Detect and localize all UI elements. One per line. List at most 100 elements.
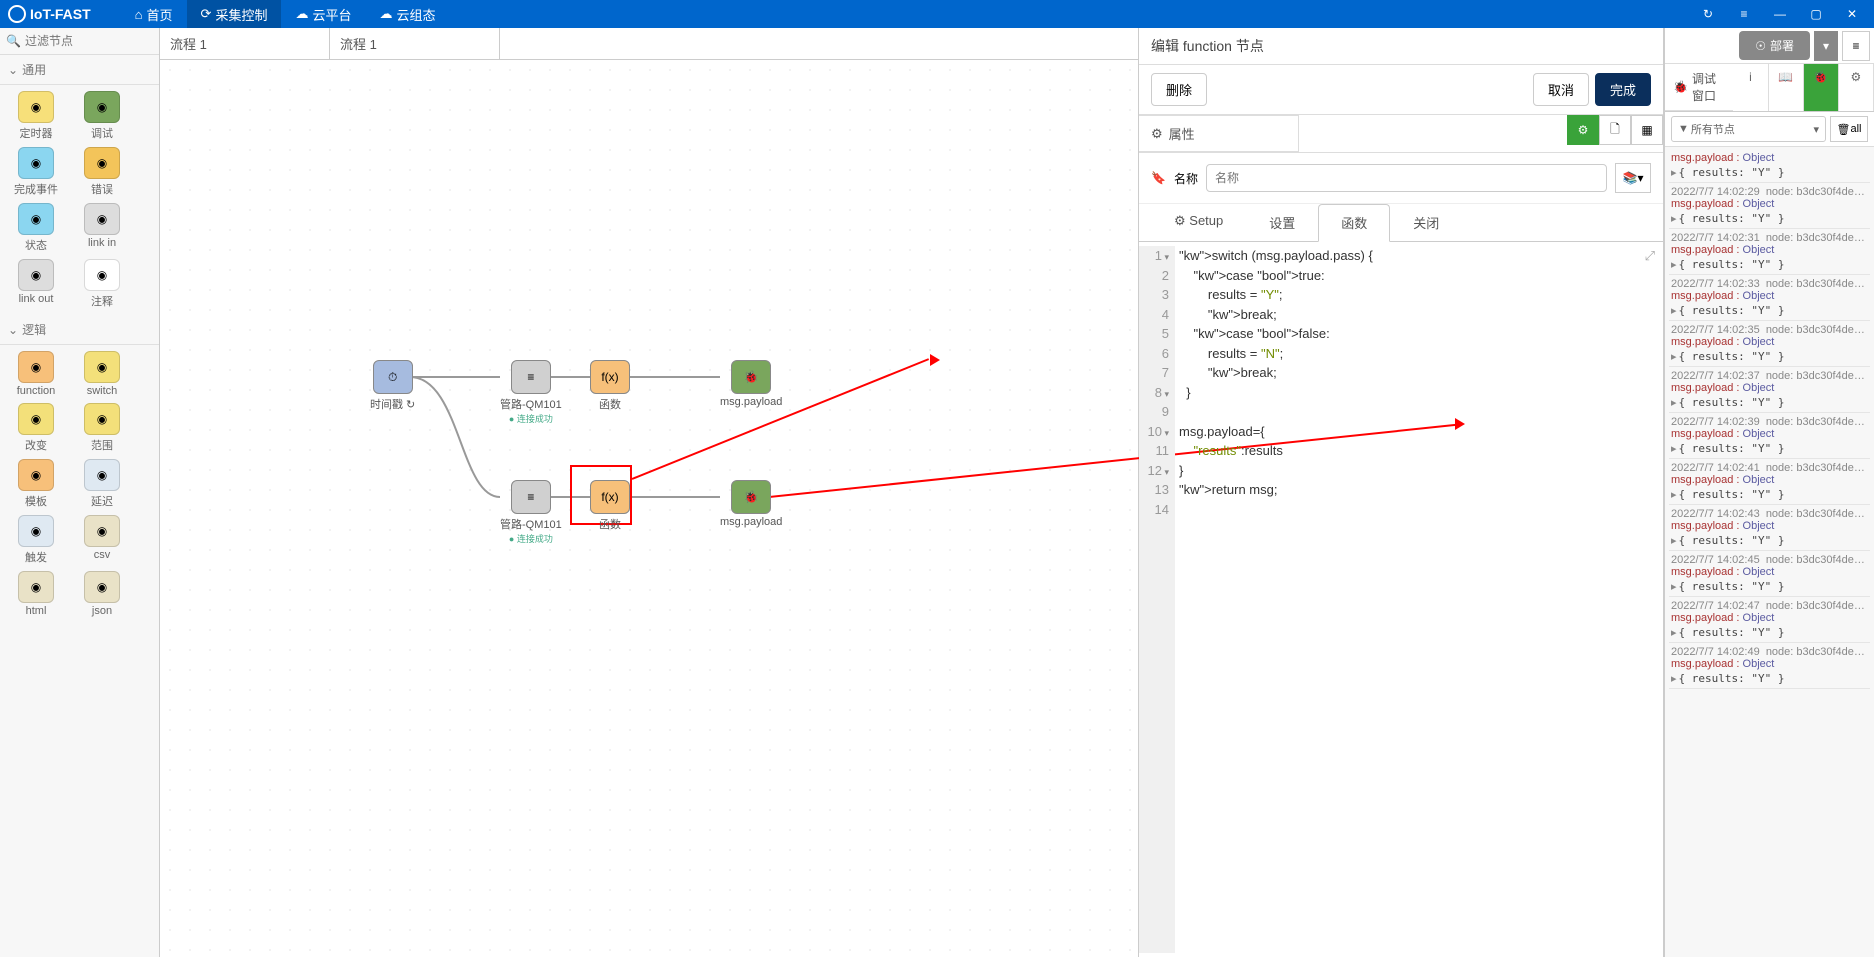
topbar: IoT-FAST ⌂首页 ⟳采集控制 ☁云平台 ☁云组态 ↻ ≡ — ▢ ✕ [0, 0, 1874, 28]
debug-message[interactable]: 2022/7/7 14:02:37 node: b3dc30f4dedc9d5b… [1669, 367, 1870, 413]
filter-selector[interactable]: ▼所有节点▾ [1671, 116, 1826, 142]
debug-message[interactable]: 2022/7/7 14:02:47 node: b3dc30f4dedc9d5b… [1669, 597, 1870, 643]
tab-func[interactable]: 函数 [1318, 204, 1390, 242]
palette-node[interactable]: ◉ 调试 [72, 91, 132, 141]
palette-node[interactable]: ◉ switch [72, 351, 132, 397]
debug-message[interactable]: 2022/7/7 14:02:29 node: b3dc30f4dedc9d5b… [1669, 183, 1870, 229]
info-tab[interactable]: i [1733, 64, 1768, 111]
palette-node[interactable]: ◉触发 [6, 515, 66, 565]
palette-node[interactable]: ◉定时器 [6, 91, 66, 141]
tab-setup[interactable]: ⚙ Setup [1151, 204, 1246, 241]
search-icon: 🔍 [6, 34, 21, 48]
palette-cat-logic[interactable]: ⌄逻辑 [0, 315, 159, 345]
flow-node[interactable]: f(x)函数 [590, 360, 630, 412]
debug-list[interactable]: msg.payload : Object▸{ results: "Y" }202… [1665, 147, 1874, 957]
palette-node-label: 调试 [91, 125, 113, 141]
flow-node[interactable]: 🐞msg.payload [720, 480, 782, 528]
flow-node-box: ⏱ [373, 360, 413, 394]
deploy-button[interactable]: ☉部署 [1739, 31, 1810, 60]
debug-message[interactable]: 2022/7/7 14:02:41 node: b3dc30f4dedc9d5b… [1669, 459, 1870, 505]
flow-node[interactable]: 🐞msg.payload [720, 360, 782, 408]
palette-node[interactable]: ◉模板 [6, 459, 66, 509]
filter-icon: ▼ [1678, 123, 1689, 135]
palette-node[interactable]: ◉错误 [72, 147, 132, 197]
cancel-button[interactable]: 取消 [1533, 73, 1589, 106]
debug-message[interactable]: 2022/7/7 14:02:45 node: b3dc30f4dedc9d5b… [1669, 551, 1870, 597]
debug-message[interactable]: 2022/7/7 14:02:49 node: b3dc30f4dedc9d5b… [1669, 643, 1870, 689]
palette-node[interactable]: ◉延迟 [72, 459, 132, 509]
palette-node[interactable]: ◉function [6, 351, 66, 397]
delete-button[interactable]: 删除 [1151, 73, 1207, 106]
menu-button[interactable]: ≡ [1730, 0, 1758, 28]
doc-button[interactable]: 🗋 [1599, 115, 1631, 145]
palette-node[interactable]: ◉完成事件 [6, 147, 66, 197]
refresh-button[interactable]: ↻ [1694, 0, 1722, 28]
editor-title: 编辑 function 节点 [1139, 28, 1663, 65]
main-menu-button[interactable]: ≡ [1842, 31, 1870, 61]
palette-filter-input[interactable] [25, 34, 153, 48]
done-button[interactable]: 完成 [1595, 73, 1651, 106]
nav-home[interactable]: ⌂首页 [121, 0, 187, 28]
debug-message[interactable]: 2022/7/7 14:02:31 node: b3dc30f4dedc9d5b… [1669, 229, 1870, 275]
deploy-menu-button[interactable]: ▾ [1814, 31, 1838, 61]
appearance-button[interactable]: ▦ [1631, 115, 1663, 145]
nav-collect[interactable]: ⟳采集控制 [187, 0, 282, 28]
debug-tab-active[interactable]: 🐞 [1804, 64, 1839, 111]
palette-node-label: switch [87, 385, 118, 397]
nav-cloudcfg[interactable]: ☁云组态 [365, 0, 449, 28]
editor-actions: 删除 取消 完成 [1139, 65, 1663, 115]
debug-message[interactable]: 2022/7/7 14:02:43 node: b3dc30f4dedc9d5b… [1669, 505, 1870, 551]
library-button[interactable]: 📚▾ [1615, 163, 1651, 193]
palette-node-label: 定时器 [20, 125, 53, 141]
palette-node-icon: ◉ [84, 351, 120, 383]
gear-icon: ⚙ [1174, 213, 1186, 228]
palette-node[interactable]: ◉link in [72, 203, 132, 253]
expand-icon[interactable]: ⤢ [1645, 246, 1655, 266]
flow-node-label: msg.payload [720, 396, 782, 408]
flow-node[interactable]: ≡管路-QM101● 连接成功 [500, 480, 562, 545]
tab-close[interactable]: 关闭 [1390, 204, 1462, 241]
tab-init[interactable]: 设置 [1246, 204, 1318, 241]
palette-node[interactable]: ◉json [72, 571, 132, 617]
workspace: 流程 1 流程 1 ⏱时间戳 ↻ ≡管路-QM101● 连接成功 f(x)函数 🐞ms… [160, 28, 1139, 957]
close-button[interactable]: ✕ [1838, 0, 1866, 28]
palette-cat-common[interactable]: ⌄通用 [0, 55, 159, 85]
name-input[interactable] [1206, 164, 1607, 192]
palette-node[interactable]: ◉状态 [6, 203, 66, 253]
flow-node-label: 函数 [599, 396, 621, 412]
palette: 🔍 ⌄通用 ◉定时器◉调试◉完成事件◉错误◉状态◉link in◉link ou… [0, 28, 160, 957]
clear-button[interactable]: 🗑all [1830, 116, 1868, 142]
palette-search[interactable]: 🔍 [0, 28, 159, 55]
flow-node[interactable]: ≡管路-QM101● 连接成功 [500, 360, 562, 425]
flow-tab-1[interactable]: 流程 1 [160, 28, 330, 59]
env-button[interactable]: ⚙ [1567, 115, 1599, 145]
palette-node-icon: ◉ [84, 91, 120, 123]
code-content[interactable]: "kw">switch (msg.payload.pass) { "kw">ca… [1175, 246, 1663, 953]
nav-cloud[interactable]: ☁云平台 [281, 0, 365, 28]
palette-node[interactable]: ◉注释 [72, 259, 132, 309]
flow-node[interactable]: f(x)函数 [590, 480, 630, 532]
tag-icon: 🔖 [1151, 171, 1166, 185]
palette-node[interactable]: ◉html [6, 571, 66, 617]
code-editor[interactable]: 1 ▾2345678 ▾910 ▾1112 ▾1314 "kw">switch … [1139, 242, 1663, 957]
debug-message[interactable]: 2022/7/7 14:02:39 node: b3dc30f4dedc9d5b… [1669, 413, 1870, 459]
wires [160, 60, 1138, 957]
debug-message[interactable]: 2022/7/7 14:02:33 node: b3dc30f4dedc9d5b… [1669, 275, 1870, 321]
palette-node[interactable]: ◉csv [72, 515, 132, 565]
maximize-button[interactable]: ▢ [1802, 0, 1830, 28]
palette-node-icon: ◉ [18, 351, 54, 383]
canvas[interactable]: ⏱时间戳 ↻ ≡管路-QM101● 连接成功 f(x)函数 🐞msg.payload ≡… [160, 60, 1138, 957]
config-tab[interactable]: ⚙ [1839, 64, 1874, 111]
help-tab[interactable]: 📖 [1769, 64, 1804, 111]
palette-node[interactable]: ◉改变 [6, 403, 66, 453]
app-name: IoT-FAST [30, 6, 91, 22]
properties-tab[interactable]: ⚙属性 [1139, 115, 1299, 152]
flow-node[interactable]: ⏱时间戳 ↻ [370, 360, 415, 412]
palette-node[interactable]: ◉link out [6, 259, 66, 309]
minimize-button[interactable]: — [1766, 0, 1794, 28]
debug-message[interactable]: 2022/7/7 14:02:35 node: b3dc30f4dedc9d5b… [1669, 321, 1870, 367]
debug-message[interactable]: msg.payload : Object▸{ results: "Y" } [1669, 149, 1870, 183]
palette-node[interactable]: ◉范围 [72, 403, 132, 453]
debug-filter: ▼所有节点▾ 🗑all [1665, 112, 1874, 147]
flow-tab-2[interactable]: 流程 1 [330, 28, 500, 59]
